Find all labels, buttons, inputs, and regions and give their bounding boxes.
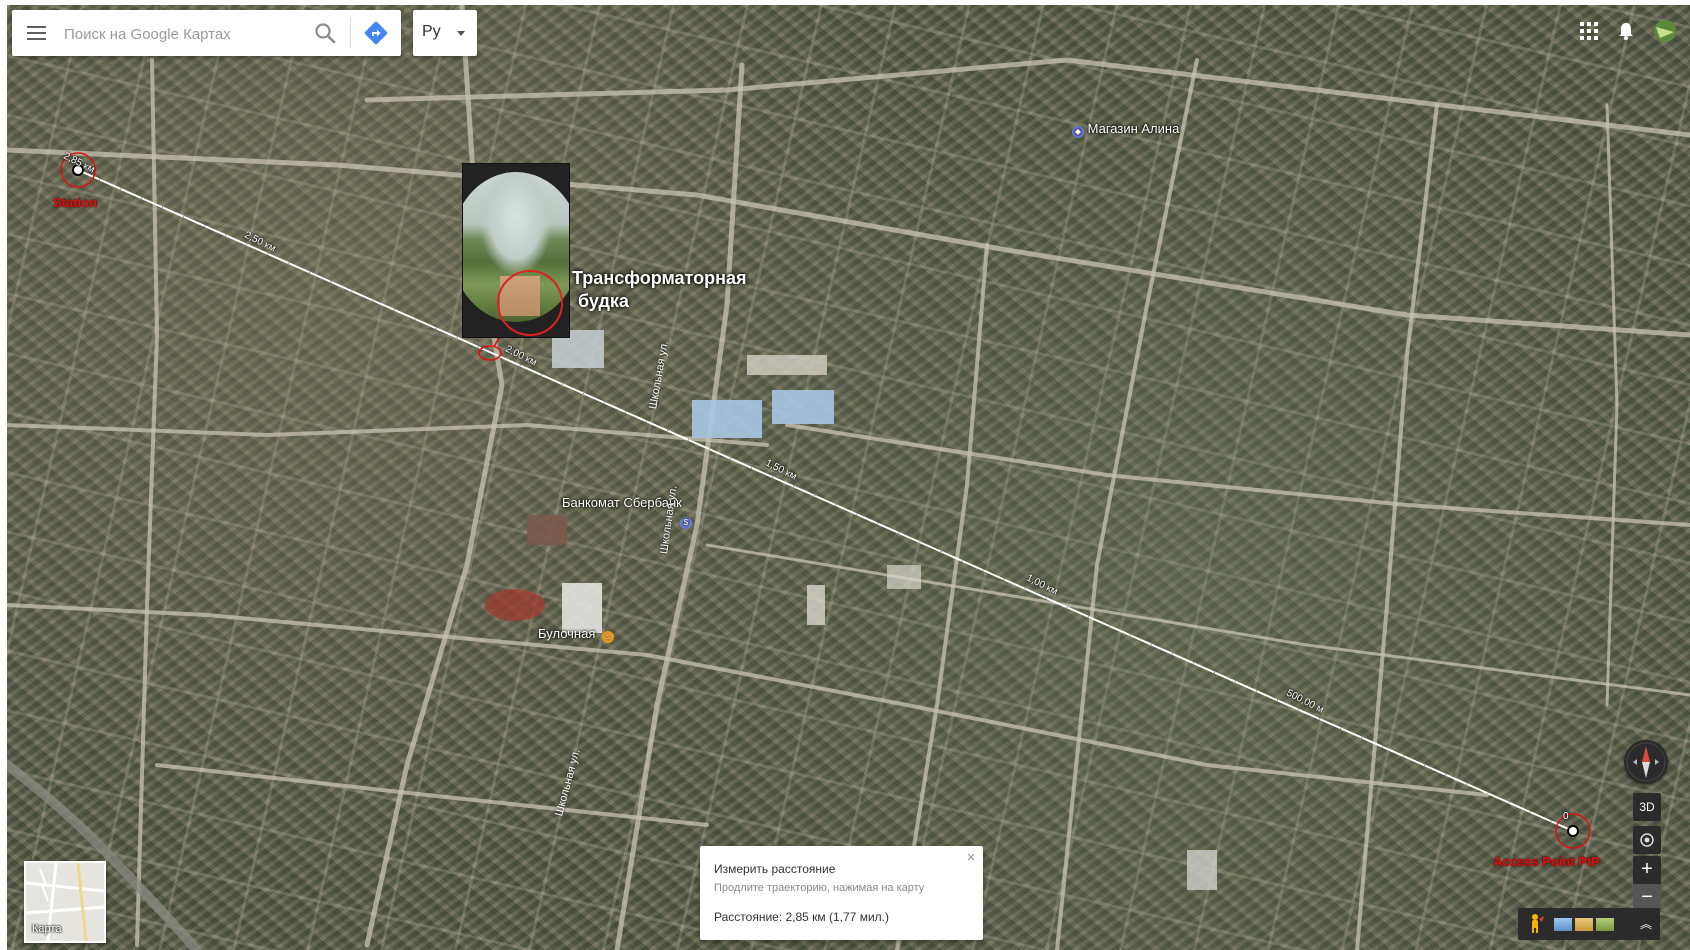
satellite-map[interactable]: ◆ Магазин Алина Банкомат Сбербанк $ Було… bbox=[7, 5, 1690, 950]
place-name: Магазин Алина bbox=[1087, 121, 1180, 136]
search-icon bbox=[315, 23, 336, 44]
place-label-shop[interactable]: ◆ Магазин Алина bbox=[1069, 121, 1179, 138]
directions-icon bbox=[364, 21, 388, 45]
booth-highlight-circle bbox=[497, 270, 563, 336]
close-button[interactable]: × bbox=[963, 850, 979, 866]
map-type-toggle[interactable]: Карта bbox=[24, 861, 106, 943]
access-point-marker[interactable] bbox=[1555, 813, 1591, 849]
menu-icon bbox=[27, 26, 46, 28]
search-box bbox=[12, 10, 401, 56]
place-label-bakery[interactable]: Булочная ♨ bbox=[538, 626, 614, 643]
expand-button[interactable]: ︽ bbox=[1636, 913, 1656, 935]
imagery-thumb-sand[interactable] bbox=[1575, 918, 1593, 931]
booth-photo bbox=[462, 163, 570, 338]
measure-distance-card: Измерить расстояние Продлите траекторию,… bbox=[700, 846, 983, 940]
menu-icon bbox=[27, 38, 46, 40]
chevron-up-icon: ︽ bbox=[1639, 917, 1652, 931]
close-icon: × bbox=[966, 849, 976, 866]
location-icon bbox=[1640, 833, 1654, 847]
annotation-line-1: Трансформаторная bbox=[572, 268, 747, 288]
place-name: Булочная bbox=[538, 626, 596, 641]
imagery-thumb-field[interactable] bbox=[1596, 918, 1614, 931]
search-input[interactable] bbox=[62, 18, 306, 50]
tilt-3d-button[interactable]: 3D bbox=[1633, 793, 1661, 821]
atm-pin[interactable]: $ bbox=[677, 512, 692, 529]
notifications-button[interactable] bbox=[1613, 18, 1639, 44]
street-view-button[interactable] bbox=[1524, 913, 1546, 935]
buildings bbox=[485, 330, 1217, 890]
apps-grid-icon bbox=[1580, 22, 1598, 40]
atm-pin-icon: $ bbox=[680, 517, 692, 529]
station-label: Station bbox=[53, 195, 98, 210]
map-overlay bbox=[7, 5, 1690, 950]
map-type-label: Карта bbox=[32, 923, 62, 935]
bakery-pin-icon: ♨ bbox=[601, 631, 614, 643]
chevron-down-icon bbox=[457, 31, 465, 36]
search-divider bbox=[350, 18, 351, 48]
menu-icon bbox=[27, 32, 46, 34]
menu-button[interactable] bbox=[22, 20, 50, 46]
access-point-label: Access Point PtP bbox=[1493, 854, 1600, 869]
shop-pin-icon: ◆ bbox=[1072, 126, 1084, 138]
map-viewport[interactable]: ◆ Магазин Алина Банкомат Сбербанк $ Було… bbox=[0, 0, 1690, 950]
bell-icon bbox=[1619, 23, 1633, 40]
measure-distance-value: Расстояние: 2,85 км (1,77 мил.) bbox=[714, 910, 889, 924]
annotation-line-2: будка bbox=[578, 291, 629, 311]
my-location-button[interactable] bbox=[1633, 826, 1661, 854]
distance-tick-label: 0 bbox=[1563, 811, 1569, 822]
avatar-icon bbox=[1654, 20, 1676, 42]
road-network bbox=[7, 5, 1690, 950]
compass-button[interactable] bbox=[1624, 740, 1668, 784]
directions-button[interactable] bbox=[361, 18, 391, 48]
zoom-in-button[interactable]: + bbox=[1633, 856, 1661, 884]
booth-annotation: Трансформаторная будка bbox=[572, 267, 747, 313]
language-value: Ру bbox=[422, 23, 441, 40]
language-select[interactable]: Ру bbox=[413, 10, 477, 56]
search-button[interactable] bbox=[310, 18, 340, 48]
account-button[interactable] bbox=[1650, 18, 1680, 44]
imagery-thumb-sky[interactable] bbox=[1554, 918, 1572, 931]
compass-icon bbox=[1626, 742, 1666, 782]
measure-title: Измерить расстояние bbox=[714, 862, 836, 876]
measure-hint: Продлите траекторию, нажимая на карту bbox=[714, 882, 925, 894]
pegman-icon bbox=[1532, 914, 1544, 933]
zoom-control: + − bbox=[1633, 856, 1661, 912]
apps-button[interactable] bbox=[1576, 18, 1602, 44]
bottom-controls-strip: ︽ bbox=[1518, 908, 1660, 940]
